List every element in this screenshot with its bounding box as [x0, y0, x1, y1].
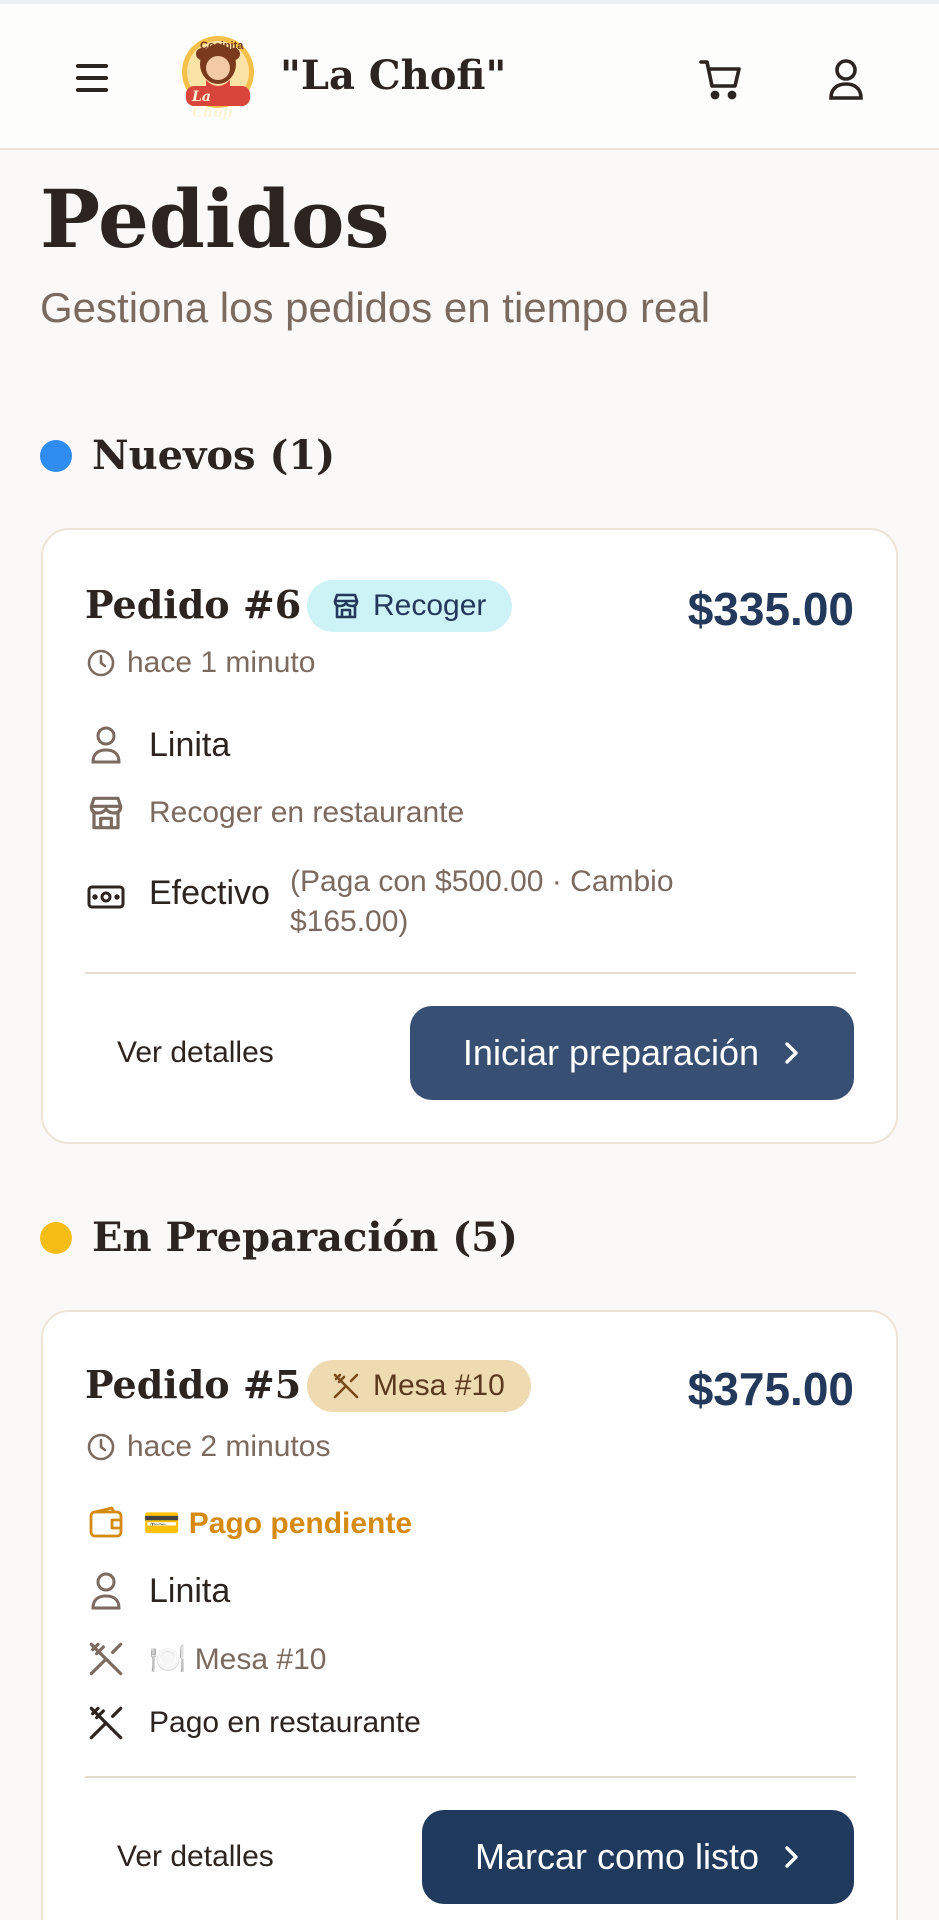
badge-label: Recoger: [373, 589, 487, 622]
payment-note-line-2: $165.00): [289, 905, 409, 938]
payment-method-row: Pago en restaurante: [85, 1702, 421, 1744]
app-header: Cocinita La Chofi "La Chofi": [0, 4, 939, 150]
order-title: Pedido #6: [85, 582, 302, 627]
time-text: hace 1 minuto: [127, 646, 316, 679]
card-divider: [85, 1776, 856, 1778]
brand-name: "La Chofi": [280, 52, 507, 99]
section-label: En Preparación (5): [92, 1214, 518, 1261]
card-divider: [85, 972, 856, 974]
order-card-6[interactable]: Pedido #6 Recoger $335.00 hace 1 minuto …: [41, 528, 898, 1144]
customer-row: Linita: [85, 1570, 230, 1612]
payment-status: 💳 Pago pendiente: [143, 1506, 413, 1540]
logo-text-top: Cocinita: [200, 40, 244, 52]
customer-name: Linita: [149, 1571, 231, 1610]
customer-row: Linita: [85, 724, 230, 766]
chevron-right-icon: [785, 1846, 798, 1868]
clock-icon: [85, 1431, 117, 1463]
payment-method: Pago en restaurante: [149, 1706, 421, 1739]
payment-row: Efectivo (Paga con $500.00 · Cambio $165…: [85, 862, 674, 942]
order-price: $335.00: [687, 583, 854, 635]
table-text: 🍽️ Mesa #10: [149, 1642, 327, 1676]
button-label: Iniciar preparación: [462, 1032, 760, 1073]
order-card-5[interactable]: Pedido #5 Mesa #10 $375.00 hace 2 minuto…: [41, 1310, 898, 1920]
user-icon[interactable]: [826, 56, 866, 102]
menu-icon[interactable]: [76, 64, 110, 92]
table-row: 🍽️ Mesa #10: [85, 1638, 326, 1680]
cash-icon: [85, 876, 127, 918]
logo[interactable]: Cocinita La Chofi: [180, 34, 256, 121]
order-price: $375.00: [687, 1363, 854, 1415]
logo-text-main: La Chofi: [192, 89, 233, 121]
utensils-crossed-icon: [85, 1702, 127, 1744]
chevron-right-icon: [785, 1042, 798, 1064]
cart-icon[interactable]: [698, 56, 744, 102]
status-dot-yellow: [40, 1221, 72, 1254]
store-icon: [333, 593, 359, 619]
customer-name: Linita: [149, 725, 231, 764]
person-icon: [85, 724, 127, 766]
badge-label: Mesa #10: [373, 1369, 505, 1402]
delivery-text: Recoger en restaurante: [149, 796, 465, 829]
order-title: Pedido #5: [85, 1362, 302, 1407]
status-dot-blue: [40, 439, 72, 472]
payment-note: (Paga con $500.00 · Cambio $165.00): [290, 862, 674, 942]
delivery-row: Recoger en restaurante: [85, 792, 464, 834]
section-in-preparation: En Preparación (5): [40, 1214, 518, 1261]
time-text: hace 2 minutos: [127, 1430, 331, 1463]
section-new: Nuevos (1): [40, 432, 335, 479]
view-details-button[interactable]: Ver detalles: [117, 1840, 274, 1874]
section-label: Nuevos (1): [92, 432, 336, 479]
page-subtitle: Gestiona los pedidos en tiempo real: [40, 284, 711, 331]
clock-icon: [85, 647, 117, 679]
utensils-crossed-icon: [85, 1638, 127, 1680]
page-title: Pedidos: [40, 172, 390, 266]
payment-status-row: 💳 Pago pendiente: [85, 1502, 412, 1544]
table-badge: Mesa #10: [307, 1360, 531, 1412]
store-icon: [85, 792, 127, 834]
order-time: hace 2 minutos: [85, 1430, 330, 1464]
person-icon: [85, 1570, 127, 1612]
button-label: Marcar como listo: [474, 1836, 760, 1877]
order-time: hace 1 minuto: [85, 646, 315, 680]
utensils-crossed-icon: [333, 1373, 359, 1399]
mark-ready-button[interactable]: Marcar como listo: [422, 1810, 854, 1904]
pickup-badge: Recoger: [307, 580, 513, 632]
view-details-button[interactable]: Ver detalles: [117, 1036, 274, 1070]
start-preparation-button[interactable]: Iniciar preparación: [410, 1006, 854, 1100]
payment-note-line-1: (Paga con $500.00 · Cambio: [289, 865, 674, 898]
payment-method: Efectivo: [149, 874, 270, 912]
wallet-icon: [85, 1502, 127, 1544]
